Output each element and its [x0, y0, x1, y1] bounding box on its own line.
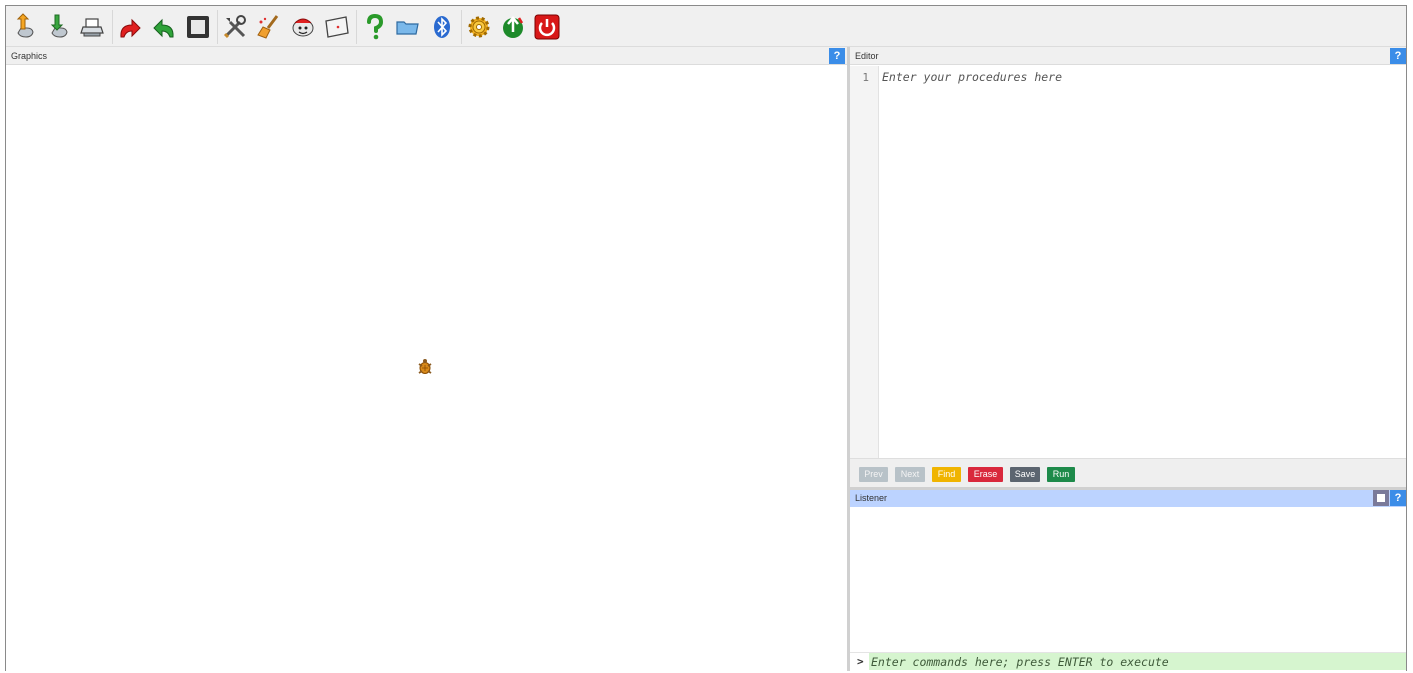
procedure-editor[interactable]: [880, 66, 1406, 458]
turtle-sprite-icon: [418, 359, 432, 374]
graphics-title: Graphics: [11, 51, 48, 61]
listener-header: Listener ?: [850, 490, 1406, 507]
listener-help-button[interactable]: ?: [1390, 490, 1406, 506]
graphics-help-button[interactable]: ?: [829, 48, 845, 64]
update-icon: [503, 16, 524, 38]
toolbar-separator: [356, 10, 357, 44]
redo-button[interactable]: [115, 12, 145, 42]
clean-icon: [257, 15, 279, 39]
command-input[interactable]: [869, 653, 1406, 670]
listener-clear-button[interactable]: [1373, 490, 1389, 506]
editor-panel: Editor ? 1 Prev Next Find Erase Save Run: [850, 47, 1406, 487]
line-number: 1: [862, 71, 869, 84]
editor-header: Editor ?: [850, 47, 1406, 65]
find-button[interactable]: Find: [932, 467, 961, 482]
tools-icon: [223, 15, 246, 39]
stop-button[interactable]: [183, 12, 213, 42]
print-icon: [80, 18, 104, 37]
run-button[interactable]: Run: [1047, 467, 1075, 482]
listener-title: Listener: [855, 493, 888, 503]
folder-button[interactable]: [393, 12, 423, 42]
save-procedure-button[interactable]: Save: [1010, 467, 1040, 482]
save-button[interactable]: [43, 12, 73, 42]
listener-input-row: >: [850, 652, 1406, 670]
toolbar: [6, 6, 1406, 47]
erase-button[interactable]: Erase: [968, 467, 1003, 482]
save-icon: [50, 14, 68, 38]
window-icon: [325, 16, 349, 38]
editor-area: [880, 66, 1406, 458]
help-button[interactable]: [359, 12, 389, 42]
toolbar-separator: [217, 10, 218, 44]
prev-button[interactable]: Prev: [859, 467, 888, 482]
load-icon: [16, 13, 34, 38]
graphics-panel: Graphics ?: [6, 47, 847, 671]
listener-output: [850, 507, 1406, 648]
print-button[interactable]: [77, 12, 107, 42]
settings-icon: [468, 16, 490, 38]
editor-actions: Prev Next Find Erase Save Run: [850, 458, 1406, 487]
editor-help-button[interactable]: ?: [1390, 48, 1406, 64]
help-icon: [367, 13, 384, 40]
app-window: Graphics ? Editor ? 1 Prev Next Find: [5, 5, 1407, 671]
load-button[interactable]: [9, 12, 39, 42]
toolbar-separator: [461, 10, 462, 44]
undo-icon: [153, 18, 174, 38]
bluetooth-button[interactable]: [427, 12, 457, 42]
prompt-symbol: >: [857, 655, 864, 668]
next-button[interactable]: Next: [895, 467, 925, 482]
tools-button[interactable]: [220, 12, 250, 42]
editor-title: Editor: [855, 51, 879, 61]
toolbar-separator: [112, 10, 113, 44]
window-button[interactable]: [322, 12, 352, 42]
graphics-canvas[interactable]: [6, 66, 847, 671]
redo-icon: [120, 18, 141, 38]
turtle-button[interactable]: [288, 12, 318, 42]
undo-button[interactable]: [149, 12, 179, 42]
bluetooth-icon: [434, 16, 450, 38]
settings-button[interactable]: [464, 12, 494, 42]
folder-icon: [396, 21, 419, 35]
stop-icon: [187, 16, 209, 38]
turtle-icon: [292, 18, 314, 37]
line-number-gutter: 1: [850, 66, 879, 458]
update-button[interactable]: [498, 12, 528, 42]
graphics-header: Graphics ?: [6, 47, 847, 65]
clean-button[interactable]: [254, 12, 284, 42]
listener-panel: Listener ? >: [850, 490, 1406, 671]
power-icon: [534, 14, 560, 40]
power-button[interactable]: [532, 12, 562, 42]
square-icon: [1377, 494, 1385, 502]
